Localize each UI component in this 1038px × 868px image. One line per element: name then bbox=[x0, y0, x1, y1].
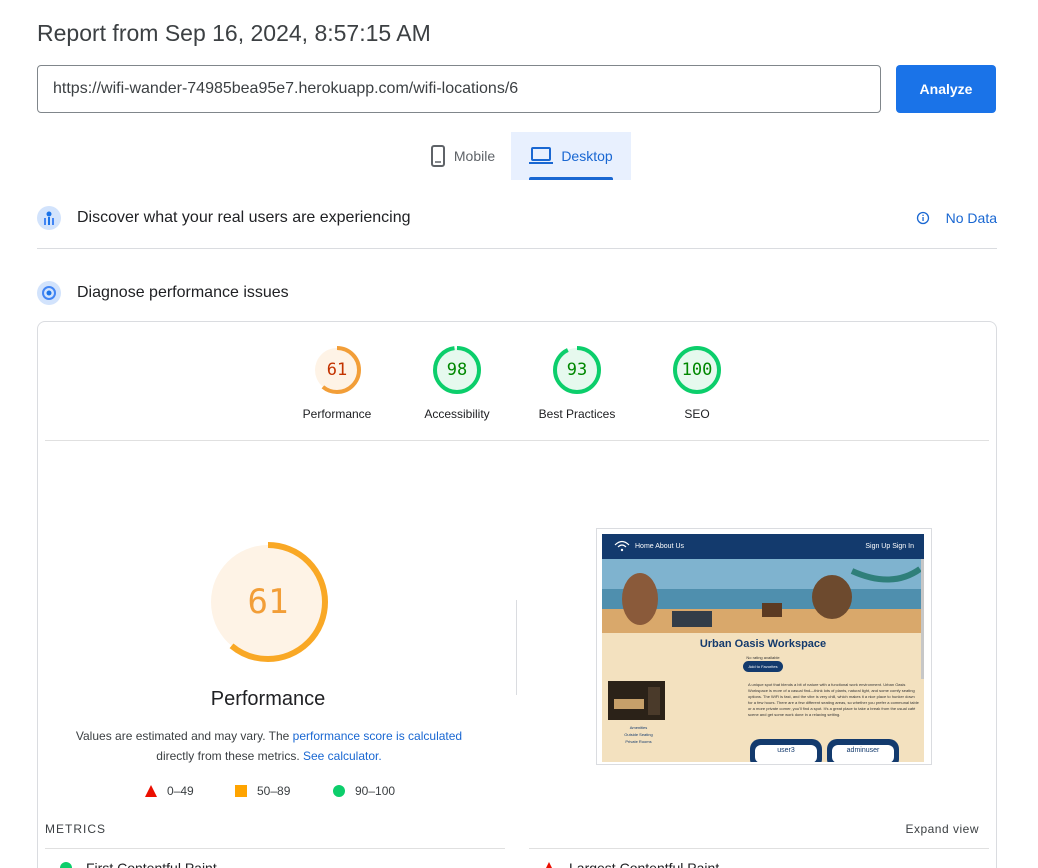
page-screenshot: Home About Us Sign Up Sign In Urban Oasi… bbox=[596, 528, 932, 765]
square-icon bbox=[235, 785, 247, 797]
thumb-scrollbar bbox=[921, 559, 924, 679]
thumb-user-card: user3 bbox=[750, 739, 822, 762]
metric-lcp: Largest Contentful Paint bbox=[543, 860, 719, 868]
url-input[interactable]: https://wifi-wander-74985bea95e7.herokua… bbox=[37, 65, 881, 113]
thumb-amenities-title: Amenities bbox=[629, 725, 648, 730]
score-value: 100 bbox=[681, 360, 713, 380]
tab-mobile[interactable]: Mobile bbox=[414, 132, 511, 180]
metrics-divider-left bbox=[45, 848, 505, 849]
circle-icon bbox=[60, 862, 72, 868]
phone-icon bbox=[430, 145, 445, 167]
real-users-section: Discover what your real users are experi… bbox=[37, 206, 997, 230]
diagnose-label: Diagnose performance issues bbox=[77, 284, 289, 301]
gauge-best-practices[interactable]: 93 Best Practices bbox=[527, 345, 627, 421]
legend-poor: 0–49 bbox=[145, 784, 194, 798]
thumb-user-name: adminuser bbox=[832, 745, 894, 762]
tab-selected-indicator bbox=[529, 177, 613, 180]
section-divider bbox=[37, 248, 997, 249]
legend-good: 90–100 bbox=[333, 784, 395, 798]
triangle-icon bbox=[546, 862, 552, 868]
metrics-divider-right bbox=[529, 848, 989, 849]
circle-icon bbox=[333, 785, 345, 797]
thumb-rating: No rating available bbox=[746, 655, 780, 660]
score-label: Best Practices bbox=[538, 407, 616, 421]
thumb-hero-image bbox=[602, 559, 924, 633]
legend-good-range: 90–100 bbox=[355, 784, 396, 798]
performance-score: 61 bbox=[247, 582, 289, 622]
legend-poor-range: 0–49 bbox=[167, 784, 194, 798]
info-icon bbox=[916, 211, 929, 225]
score-value: 98 bbox=[446, 360, 468, 380]
thumb-amenity-outside: Outside Seating bbox=[624, 732, 653, 737]
thumb-favorite-button: Add to Favorites bbox=[743, 661, 783, 672]
performance-title: Performance bbox=[210, 688, 326, 710]
legend-average: 50–89 bbox=[235, 784, 290, 798]
metric-fcp-label: First Contentful Paint bbox=[86, 860, 217, 868]
thumb-description: A unique spot that blends a bit of natur… bbox=[748, 682, 919, 717]
metric-lcp-label: Largest Contentful Paint bbox=[569, 860, 720, 868]
users-icon bbox=[37, 206, 61, 230]
thumb-title: Urban Oasis Workspace bbox=[699, 638, 827, 650]
score-value: 93 bbox=[566, 360, 588, 380]
score-description: Values are estimated and may vary. The p… bbox=[60, 726, 478, 766]
analyze-button[interactable]: Analyze bbox=[896, 65, 996, 113]
diagnose-section: Diagnose performance issues bbox=[37, 281, 997, 305]
score-value: 61 bbox=[326, 360, 348, 380]
thumb-nav-right: Sign Up Sign In bbox=[865, 543, 914, 550]
report-title: Report from Sep 16, 2024, 8:57:15 AM bbox=[37, 20, 431, 46]
metric-fcp: First Contentful Paint bbox=[60, 860, 217, 868]
thumb-amenity-private: Private Rooms bbox=[625, 739, 652, 744]
no-data-label: No Data bbox=[945, 210, 997, 226]
expand-view-button[interactable]: Expand view bbox=[905, 822, 979, 836]
score-label: SEO bbox=[684, 407, 710, 421]
thumb-navbar: Home About Us Sign Up Sign In bbox=[602, 534, 924, 559]
gauges-divider bbox=[45, 440, 989, 441]
thumb-amenities: Amenities Outside Seating Private Rooms bbox=[616, 724, 661, 745]
score-label: Performance bbox=[302, 407, 372, 421]
triangle-icon bbox=[145, 785, 157, 797]
score-calculated-link[interactable]: performance score is calculated bbox=[293, 729, 462, 743]
thumb-user-name: user3 bbox=[755, 745, 817, 762]
desc-middle: directly from these metrics. bbox=[156, 749, 303, 763]
metrics-heading: METRICS bbox=[45, 822, 106, 836]
tab-mobile-label: Mobile bbox=[453, 148, 496, 164]
thumb-cafe-image bbox=[608, 681, 665, 720]
thumb-user-card: adminuser bbox=[827, 739, 899, 762]
score-label: Accessibility bbox=[424, 407, 490, 421]
tab-desktop[interactable]: Desktop bbox=[511, 132, 631, 180]
thumb-nav-left: Home About Us bbox=[635, 543, 685, 550]
laptop-icon bbox=[529, 147, 554, 164]
see-calculator-link[interactable]: See calculator. bbox=[303, 749, 382, 763]
vertical-separator bbox=[516, 600, 517, 695]
no-data-link[interactable]: No Data bbox=[916, 210, 997, 226]
legend-average-range: 50–89 bbox=[257, 784, 291, 798]
diagnose-icon bbox=[37, 281, 61, 305]
tab-desktop-label: Desktop bbox=[561, 148, 613, 164]
gauge-accessibility[interactable]: 98 Accessibility bbox=[407, 345, 507, 421]
wifi-logo-icon bbox=[614, 540, 630, 552]
gauge-performance[interactable]: 61 Performance bbox=[287, 345, 387, 421]
real-users-label: Discover what your real users are experi… bbox=[77, 209, 411, 226]
desc-prefix: Values are estimated and may vary. The bbox=[75, 729, 293, 743]
gauge-seo[interactable]: 100 SEO bbox=[647, 345, 747, 421]
